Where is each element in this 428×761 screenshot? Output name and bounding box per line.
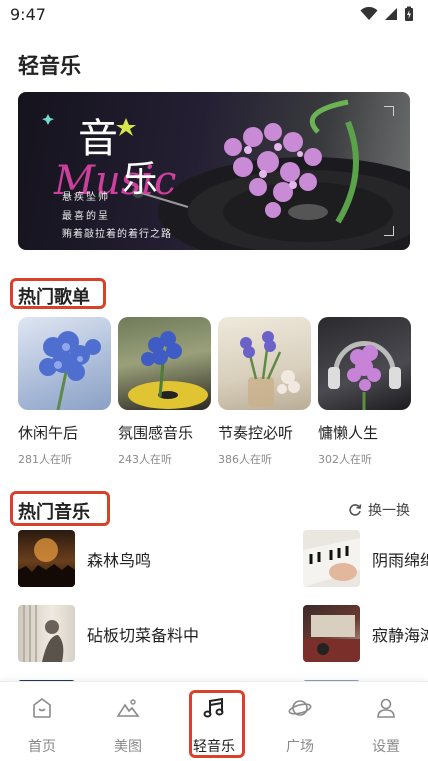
headphones-flower-image xyxy=(328,341,401,410)
playlist-listeners: 243人在听 xyxy=(118,453,172,466)
status-time: 9:47 xyxy=(10,5,46,24)
playlist-cover xyxy=(118,317,211,410)
song-title: 寂静海滩 xyxy=(372,625,428,645)
concert-image xyxy=(18,538,75,587)
refresh-button[interactable]: 换一换 xyxy=(348,500,410,520)
playlist-card[interactable]: 氛围感音乐 243人在听 xyxy=(118,317,211,467)
highlight-box xyxy=(189,690,245,758)
piano-image xyxy=(303,538,360,587)
status-bar: 9:47 xyxy=(0,0,428,30)
banner-line-1: 悬疾坠帅 xyxy=(62,192,110,203)
signal-icon xyxy=(385,8,397,20)
playlist-cover xyxy=(218,317,311,410)
song-cover xyxy=(303,605,360,662)
song-cover xyxy=(18,530,75,587)
playlist-name: 慵懒人生 xyxy=(318,424,379,442)
silhouette-image xyxy=(23,605,64,662)
hot-music-heading: 热门音乐 xyxy=(18,502,90,523)
vinyl-flower-image xyxy=(128,331,208,409)
user-icon xyxy=(377,698,395,718)
wifi-icon xyxy=(360,7,378,20)
song-item[interactable]: 寂静海滩 xyxy=(303,605,428,662)
playlist-listeners: 386人在听 xyxy=(218,453,272,466)
nav-item-plaza[interactable]: 广场 xyxy=(265,682,335,761)
playlist-cover xyxy=(318,317,411,410)
banner-line-2: 最喜的呈 xyxy=(62,211,110,222)
song-item[interactable]: 阴雨绵绵 xyxy=(303,530,428,587)
song-item[interactable]: 森林鸟鸣 xyxy=(18,530,151,587)
playlist-name: 休闲午后 xyxy=(18,424,79,442)
nav-item-settings[interactable]: 设置 xyxy=(351,682,421,761)
nav-label: 美图 xyxy=(114,739,142,755)
playlist-listeners: 281人在听 xyxy=(18,453,72,466)
song-title: 砧板切菜备料中 xyxy=(87,625,200,645)
song-title: 阴雨绵绵 xyxy=(372,550,428,570)
song-title: 森林鸟鸣 xyxy=(87,550,152,570)
playlist-name: 氛围感音乐 xyxy=(118,424,194,442)
refresh-label: 换一换 xyxy=(368,503,410,519)
nav-label: 首页 xyxy=(28,739,56,755)
playlist-cover xyxy=(18,317,111,410)
banner-line-3: 贿着敲拉着的着行之路 xyxy=(62,229,172,240)
banner-corner xyxy=(384,226,394,236)
planet-icon xyxy=(288,700,312,716)
nav-label: 广场 xyxy=(286,739,314,755)
nav-item-gallery[interactable]: 美图 xyxy=(93,682,163,761)
image-icon xyxy=(116,699,140,717)
banner-title-char2: 乐 xyxy=(122,159,159,200)
page-title: 轻音乐 xyxy=(18,54,81,78)
turntable-image xyxy=(303,615,360,662)
flower-image xyxy=(39,331,101,410)
playlist-name: 节奏控必听 xyxy=(218,424,294,442)
banner-title-char1: 音 xyxy=(78,116,118,162)
song-cover xyxy=(18,605,75,662)
nav-label: 设置 xyxy=(372,739,400,755)
nav-item-home[interactable]: 首页 xyxy=(7,682,77,761)
song-item[interactable]: 砧板切菜备料中 xyxy=(18,605,199,662)
home-icon xyxy=(33,698,51,718)
banner-corner xyxy=(384,106,394,116)
refresh-icon xyxy=(349,504,362,516)
status-icons xyxy=(360,6,414,22)
music-banner[interactable]: Music 音 乐 悬疾坠帅 最喜的呈 贿着敲拉着的着行之路 xyxy=(18,92,410,250)
song-cover xyxy=(303,530,360,587)
playlist-card[interactable]: 慵懒人生 302人在听 xyxy=(318,317,411,467)
playlist-card[interactable]: 节奏控必听 386人在听 xyxy=(218,317,311,467)
playlist-card[interactable]: 休闲午后 281人在听 xyxy=(18,317,111,467)
vase-flower-image xyxy=(240,331,300,407)
playlist-listeners: 302人在听 xyxy=(318,453,372,466)
hot-playlists-heading: 热门歌单 xyxy=(18,287,90,308)
battery-icon xyxy=(405,6,413,21)
